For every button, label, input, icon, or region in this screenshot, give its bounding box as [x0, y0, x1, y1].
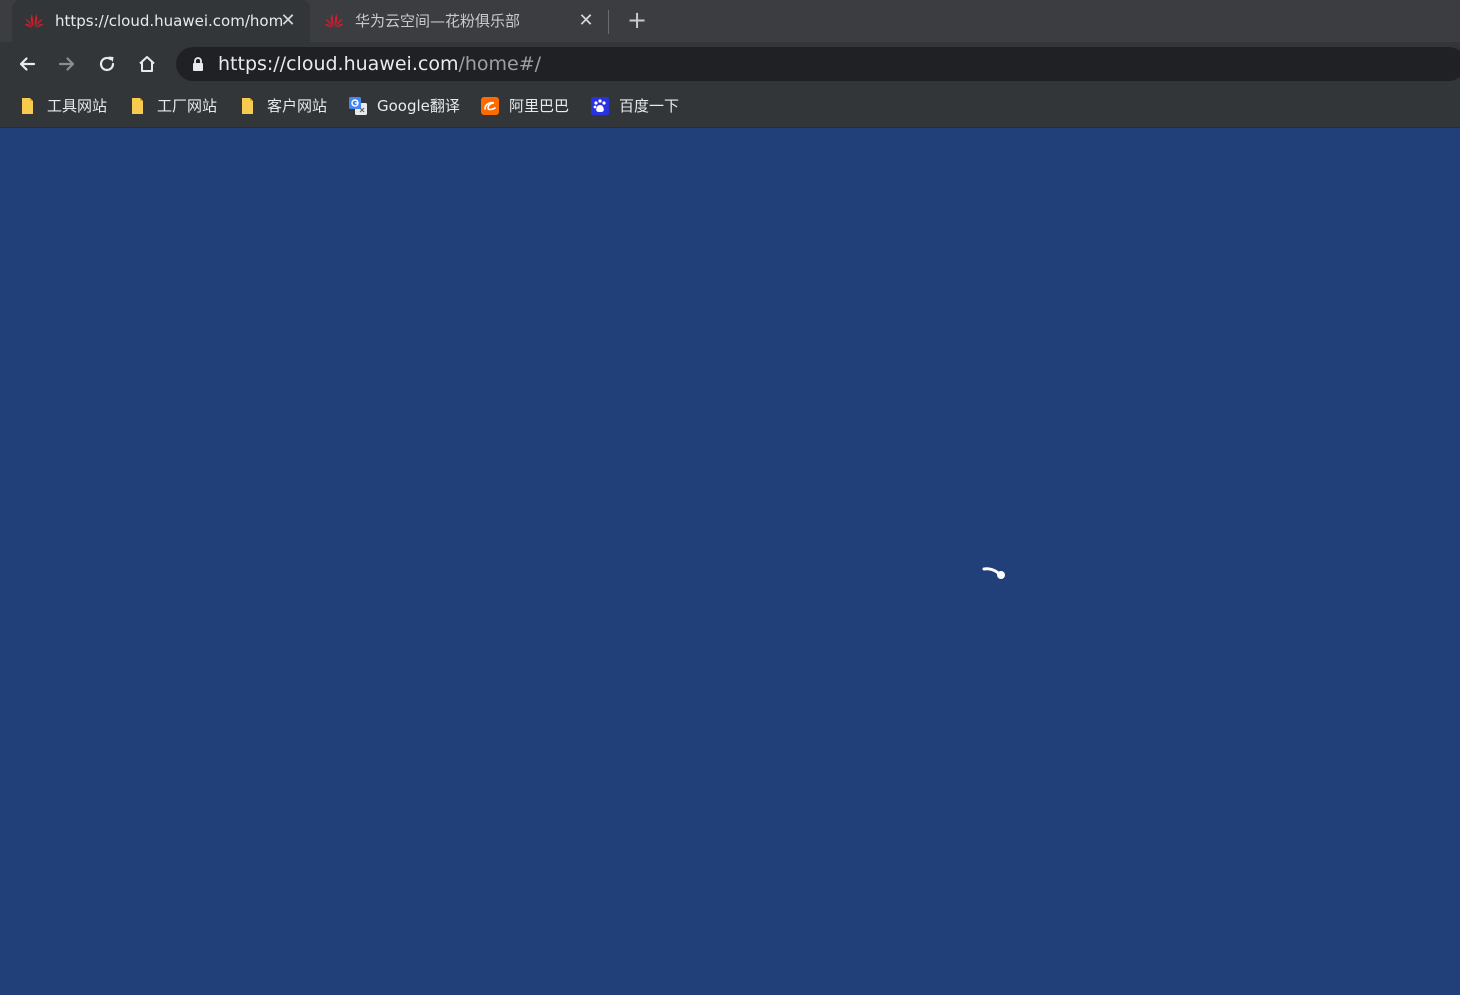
back-button[interactable]: [14, 51, 40, 77]
lock-icon[interactable]: [192, 57, 204, 71]
alibaba-icon: [481, 97, 499, 115]
url-host: https://cloud.huawei.com: [218, 53, 459, 75]
browser-toolbar: https://cloud.huawei.com/home#/: [0, 42, 1460, 86]
arrow-left-icon: [19, 57, 36, 71]
tab-title: 华为云空间—花粉俱乐部: [355, 12, 521, 30]
arrow-right-icon: [58, 57, 75, 71]
url-path: /home#/: [458, 53, 542, 75]
bookmark-baidu[interactable]: 百度一下: [591, 95, 679, 117]
bookmark-label: 工厂网站: [157, 97, 218, 115]
baidu-icon: [591, 97, 609, 115]
url-text[interactable]: https://cloud.huawei.com/home#/: [218, 53, 541, 75]
google-translate-icon: [349, 97, 367, 115]
page-content: [0, 129, 1460, 995]
address-bar[interactable]: https://cloud.huawei.com/home#/: [176, 47, 1460, 81]
bookmark-label: 阿里巴巴: [509, 97, 570, 115]
tab-title: https://cloud.huawei.com/home#/: [55, 12, 283, 30]
folder-icon: [22, 98, 33, 114]
huawei-logo-icon: [24, 14, 44, 28]
home-icon: [139, 56, 155, 72]
folder-icon: [132, 98, 143, 114]
tab-huawei-club[interactable]: 华为云空间—花粉俱乐部 ✕: [312, 0, 608, 42]
bookmark-alibaba[interactable]: 阿里巴巴: [481, 95, 569, 117]
bookmark-client-sites[interactable]: 客户网站: [239, 95, 327, 117]
forward-button[interactable]: [54, 51, 80, 77]
close-tab-icon[interactable]: ✕: [278, 11, 298, 31]
reload-button[interactable]: [94, 51, 120, 77]
tab-separator: [608, 10, 609, 34]
home-button[interactable]: [134, 51, 160, 77]
bookmark-label: 百度一下: [619, 97, 680, 115]
bookmark-label: 工具网站: [47, 97, 108, 115]
bookmark-factory-sites[interactable]: 工厂网站: [129, 95, 217, 117]
tab-strip: https://cloud.huawei.com/home#/ ✕ 华为云空间—…: [0, 0, 1460, 42]
new-tab-button[interactable]: +: [624, 8, 650, 34]
bookmarks-bar: 工具网站 工厂网站 客户网站 Google翻译 阿里巴巴 百度一下: [0, 86, 1460, 128]
tab-huawei-cloud-home[interactable]: https://cloud.huawei.com/home#/ ✕: [12, 0, 310, 42]
huawei-logo-icon: [324, 14, 344, 28]
bookmark-label: 客户网站: [267, 97, 328, 115]
reload-icon: [99, 56, 115, 72]
folder-icon: [242, 98, 253, 114]
bookmark-tools-sites[interactable]: 工具网站: [19, 95, 107, 117]
bookmark-google-translate[interactable]: Google翻译: [349, 95, 460, 117]
bookmark-label: Google翻译: [377, 97, 460, 115]
close-tab-icon[interactable]: ✕: [576, 11, 596, 31]
loading-spinner-icon: [982, 567, 1005, 579]
